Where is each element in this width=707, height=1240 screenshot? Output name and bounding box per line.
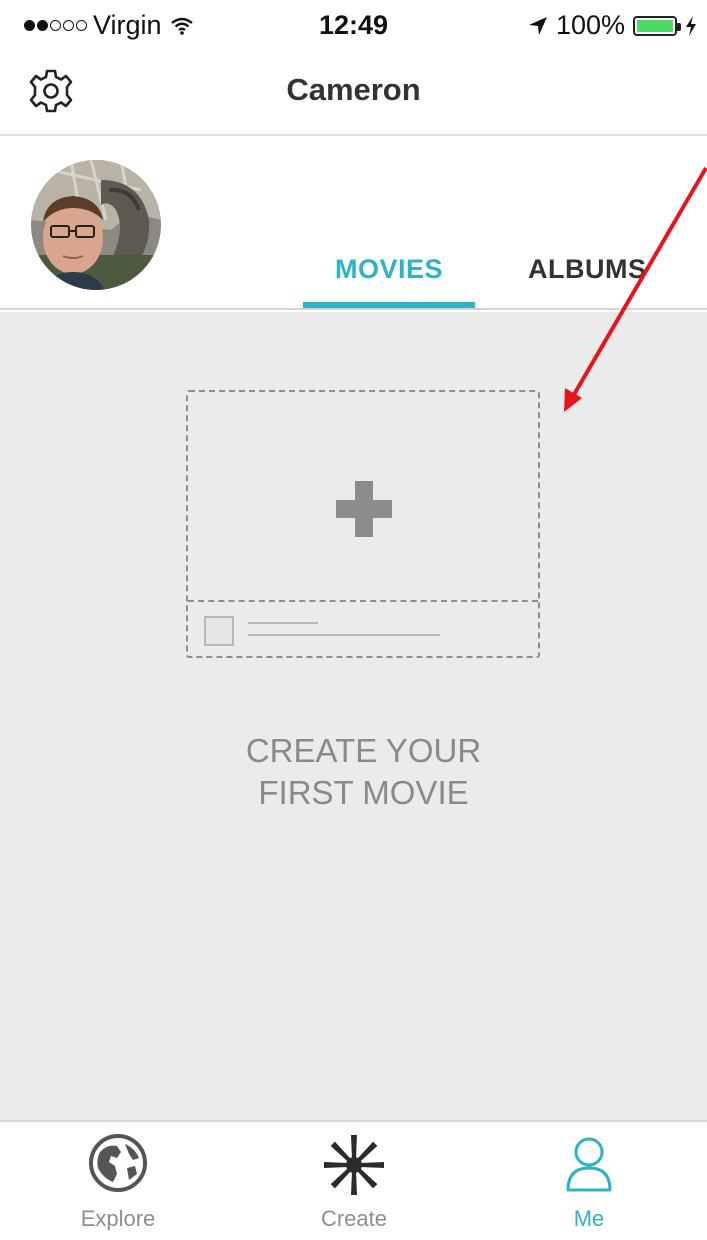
person-icon (566, 1137, 612, 1192)
empty-state-line-2: FIRST MOVIE (258, 774, 469, 811)
starburst-icon (324, 1135, 384, 1195)
tab-explore-label: Explore (80, 1206, 156, 1231)
profile-header: MOVIES ALBUMS (0, 138, 707, 310)
tab-albums[interactable]: ALBUMS (528, 254, 647, 285)
placeholder-divider (188, 600, 538, 602)
empty-state-line-1: CREATE YOUR (245, 732, 482, 769)
active-tab-indicator (303, 302, 475, 308)
tab-movies[interactable]: MOVIES (303, 254, 475, 285)
globe-icon (89, 1134, 147, 1192)
tab-create-label: Create (320, 1206, 388, 1231)
battery-icon (633, 15, 681, 36)
profile-photo (31, 160, 161, 290)
bottom-tab-bar: Explore Create Me (0, 1120, 707, 1240)
tab-me[interactable]: Me (471, 1122, 707, 1240)
create-movie-placeholder[interactable] (186, 390, 540, 658)
page-title: Cameron (286, 72, 421, 107)
navigation-bar: Cameron (0, 50, 707, 136)
status-right: 100% (528, 10, 697, 41)
avatar[interactable] (31, 160, 161, 290)
tab-me-label: Me (573, 1206, 605, 1231)
battery-percentage: 100% (555, 10, 625, 40)
tab-explore[interactable]: Explore (0, 1122, 236, 1240)
thumbnail-placeholder (204, 616, 234, 646)
empty-state-message: CREATE YOUR FIRST MOVIE (0, 730, 707, 814)
title-line-placeholder (248, 622, 318, 624)
tab-create[interactable]: Create (236, 1122, 472, 1240)
subtitle-line-placeholder (248, 634, 440, 636)
content-area: CREATE YOUR FIRST MOVIE (0, 312, 707, 1120)
location-arrow-icon (528, 16, 547, 35)
charging-bolt-icon (686, 15, 696, 36)
plus-icon-vertical (355, 481, 373, 537)
status-bar: Virgin 12:49 100% (0, 0, 707, 50)
